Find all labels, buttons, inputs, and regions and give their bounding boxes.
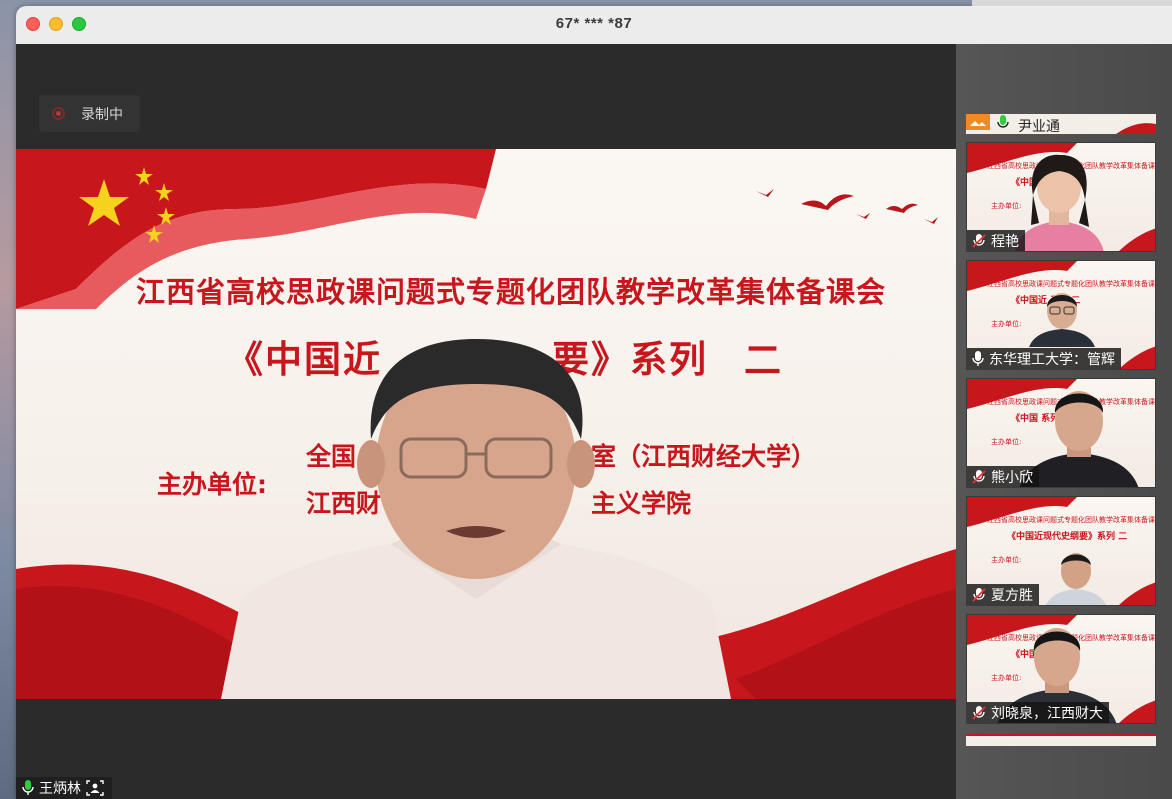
title-bar: 67* *** *87 — [16, 6, 1172, 45]
meeting-window: 67* *** *87 录制中 江西省高校思政课问题式专题化团队教学改革集体备课… — [16, 6, 1172, 799]
participant-label: 东华理工大学：管辉 — [967, 348, 1121, 369]
recording-indicator[interactable]: 录制中 — [39, 95, 140, 132]
participant-name: 夏方胜 — [991, 587, 1033, 604]
participant-video — [1045, 553, 1107, 605]
record-icon — [52, 107, 65, 120]
participant-tile[interactable]: 江西省高校思政课问题式专题化团队教学改革集体备课会 《中国近 系列 二 主办单位… — [966, 614, 1156, 724]
recording-label: 录制中 — [81, 107, 123, 123]
participant-name: 程艳 — [991, 233, 1019, 250]
participant-name: 尹业通 — [1018, 119, 1060, 134]
participant-label: 程艳 — [967, 230, 1025, 251]
participant-name: 熊小欣 — [991, 469, 1033, 486]
participant-label: 刘晓泉，江西财大 — [967, 702, 1109, 723]
participant-name: 刘晓泉，江西财大 — [991, 705, 1103, 722]
main-video-area[interactable]: 录制中 江西省高校思政课问题式专题化团队教学改革集体备课会 《中国近 要》系列 … — [16, 44, 956, 799]
participant-tile-partial[interactable]: 尹业通 — [966, 114, 1156, 134]
tile-slide-series: 《中国近现代史纲要》系列 二 — [1007, 532, 1128, 542]
tile-slide-sponsor: 主办单位: — [991, 438, 1022, 446]
mic-muted-icon — [972, 587, 986, 602]
participant-tile[interactable]: 江西省高校思政课问题式专题化团队教学改革集体备课会 《中国近 系列 二 主办单位… — [966, 260, 1156, 370]
participant-label: 熊小欣 — [967, 466, 1039, 487]
participant-tile[interactable]: 江西省高校思政课问题式专题化团队教学改革集体备课会 《中国近 系列 二 主办单位… — [966, 142, 1156, 252]
speaker-video — [221, 339, 731, 699]
slide-series-number: 二 — [744, 339, 781, 382]
shared-slide: 江西省高校思政课问题式专题化团队教学改革集体备课会 《中国近 要》系列 二 主办单… — [16, 149, 956, 699]
tile-slide-sponsor: 主办单位: — [991, 320, 1022, 328]
main-speaker-name-tag: 王炳林 — [16, 777, 112, 799]
mic-icon — [972, 350, 984, 366]
participant-video — [1029, 293, 1095, 347]
main-speaker-name: 王炳林 — [39, 781, 81, 797]
tile-slide-title: 江西省高校思政课问题式专题化团队教学改革集体备课会 — [987, 516, 1156, 524]
mic-icon — [22, 780, 34, 795]
participant-name: 东华理工大学：管辉 — [989, 351, 1115, 368]
speaker-view-icon[interactable] — [86, 780, 104, 796]
participant-sidebar[interactable]: 尹业通 江西省高校思政课问题式专题化团队教学改革集体备课会 《中国近 系列 二 … — [956, 44, 1172, 799]
mic-muted-icon — [972, 705, 986, 720]
birds-decoration — [756, 189, 938, 224]
mic-muted-icon — [972, 233, 986, 248]
participant-tile[interactable]: 江西省高校思政课问题式专题化团队教学改革集体备课会 《中国近现代史纲要》系列 二… — [966, 496, 1156, 606]
participant-tile-partial[interactable] — [966, 734, 1156, 746]
mic-muted-icon — [972, 469, 986, 484]
participant-label: 夏方胜 — [967, 584, 1039, 605]
window-title: 67* *** *87 — [555, 15, 633, 32]
mic-icon — [997, 115, 1009, 128]
participant-tile[interactable]: 江西省高校思政课问题式专题化团队教学改革集体备课会 《中国 系列 二 主办单位:… — [966, 378, 1156, 488]
background-window-edge — [972, 0, 1172, 6]
tile-slide-sponsor: 主办单位: — [991, 556, 1022, 564]
